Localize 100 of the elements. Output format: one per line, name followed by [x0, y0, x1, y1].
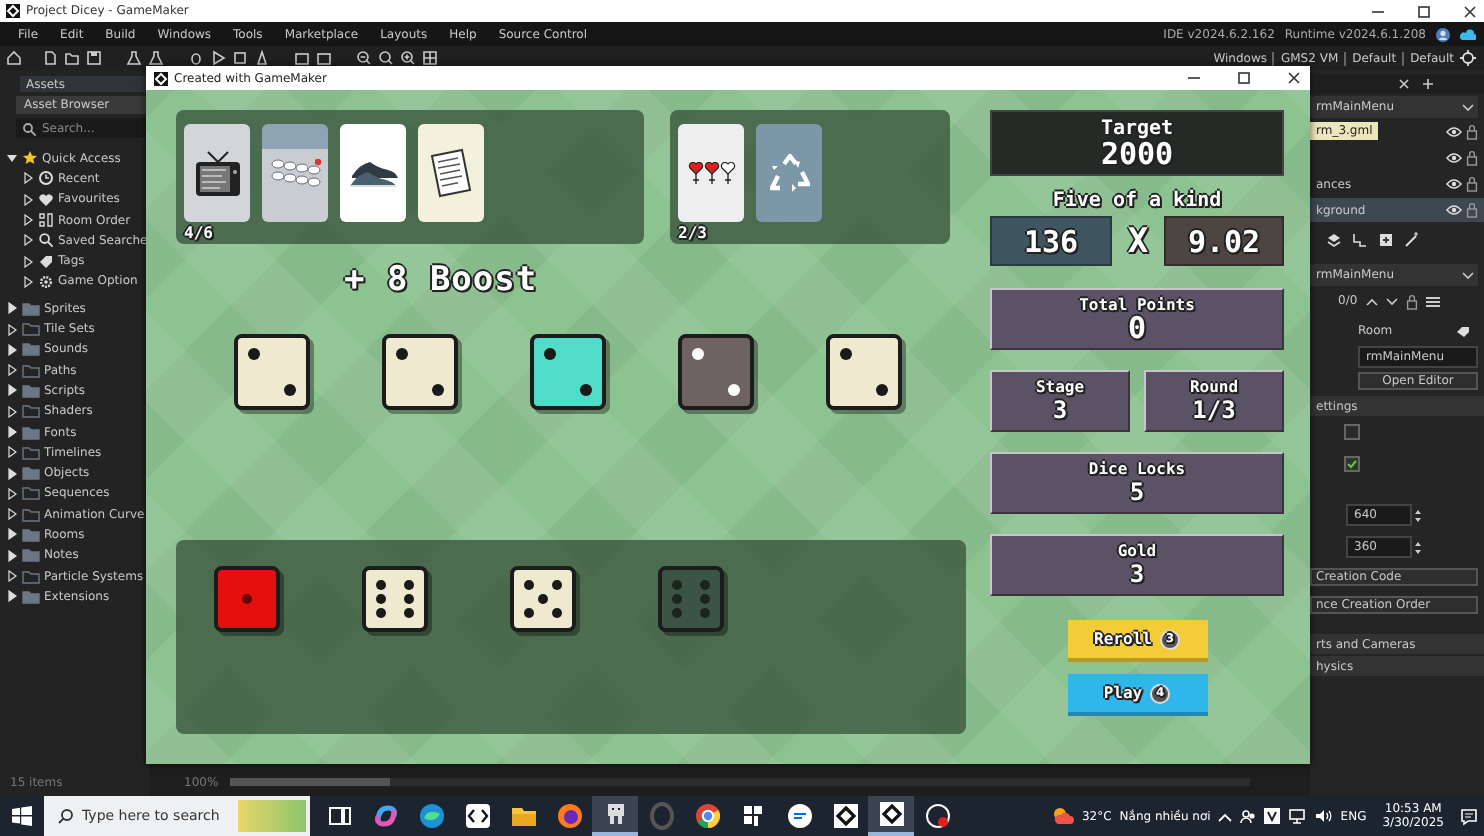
collapsed-arrow-icon[interactable]	[22, 172, 34, 185]
taskbar-button[interactable]	[868, 796, 914, 836]
record-icon	[923, 802, 951, 830]
collapsed-arrow-icon[interactable]	[22, 214, 34, 227]
close-icon[interactable]	[1286, 70, 1302, 86]
collapsed-arrow-icon[interactable]	[6, 549, 18, 562]
collapsed-arrow-icon[interactable]	[6, 364, 18, 377]
new-file-icon[interactable]	[42, 50, 58, 66]
diamond-logo-icon	[877, 800, 905, 828]
people-icon[interactable]	[1240, 808, 1257, 824]
collapsed-arrow-icon[interactable]	[6, 570, 18, 583]
tiles-icon	[739, 802, 767, 830]
stat-value: 3	[1052, 398, 1068, 424]
die[interactable]	[678, 334, 754, 410]
item-card[interactable]	[184, 124, 250, 222]
folder-icon[interactable]	[64, 50, 80, 66]
lock-icon[interactable]	[1466, 124, 1478, 140]
speaker-icon[interactable]	[1314, 808, 1333, 824]
item-card[interactable]	[418, 124, 484, 222]
zoom-out-icon[interactable]	[356, 50, 372, 66]
collapsed-arrow-icon[interactable]	[6, 384, 18, 397]
die[interactable]	[362, 566, 428, 632]
stat-label: Stage	[1035, 378, 1085, 398]
item-card[interactable]	[678, 124, 744, 222]
add-layer-icon[interactable]	[1378, 231, 1394, 247]
collapsed-arrow-icon[interactable]	[6, 590, 18, 603]
stop-icon[interactable]	[232, 50, 248, 66]
stat-label: Dice Locks	[1088, 460, 1186, 480]
sneakers-icon	[348, 159, 398, 187]
code-icon	[463, 802, 491, 830]
zoom-reset-icon[interactable]	[378, 50, 394, 66]
lock-icon[interactable]	[1405, 293, 1418, 309]
collapsed-arrow-icon[interactable]	[6, 487, 18, 500]
die[interactable]	[826, 334, 902, 410]
chat-icon	[785, 802, 813, 830]
collapsed-arrow-icon[interactable]	[6, 467, 18, 480]
stat-value: 3	[1129, 562, 1145, 588]
save-icon[interactable]	[86, 50, 102, 66]
menu-icon[interactable]	[1425, 295, 1440, 307]
start-icon[interactable]	[12, 806, 32, 826]
maximize-icon[interactable]	[1236, 70, 1252, 86]
stat-value: 5	[1129, 480, 1145, 506]
collapsed-arrow-icon[interactable]	[6, 426, 18, 438]
avatar-icon[interactable]	[1436, 27, 1450, 41]
grid-icon[interactable]	[422, 50, 438, 66]
die[interactable]	[234, 334, 310, 410]
play-icon[interactable]	[210, 50, 226, 66]
search-icon	[38, 232, 54, 249]
die[interactable]	[382, 334, 458, 410]
v-logo-icon[interactable]	[1264, 808, 1281, 824]
notification-icon[interactable]	[1460, 807, 1478, 825]
die[interactable]	[530, 334, 606, 410]
item-card[interactable]	[340, 124, 406, 222]
plus-icon[interactable]	[1422, 78, 1434, 90]
die[interactable]	[510, 566, 576, 632]
eye-icon[interactable]	[1446, 204, 1462, 216]
eye-icon[interactable]	[1446, 152, 1462, 164]
list-order-icon	[38, 212, 54, 229]
collapsed-arrow-icon[interactable]	[6, 508, 18, 521]
tag-icon	[1456, 325, 1470, 337]
eye-icon[interactable]	[1446, 178, 1462, 190]
zoom-in-icon[interactable]	[400, 50, 416, 66]
expanded-arrow-icon[interactable]	[6, 152, 18, 165]
network-icon[interactable]	[1288, 808, 1307, 824]
card-count: 4/6	[184, 224, 213, 242]
collapsed-arrow-icon[interactable]	[6, 323, 18, 336]
chevron-down-icon[interactable]	[1385, 297, 1398, 305]
collapsed-arrow-icon[interactable]	[22, 193, 34, 206]
cloud-icon[interactable]	[1460, 27, 1476, 41]
ring-icon	[647, 802, 675, 830]
collapsed-arrow-icon[interactable]	[22, 275, 34, 288]
lock-icon[interactable]	[1466, 150, 1478, 166]
doodle-picture	[238, 800, 306, 832]
target-label: Target	[1100, 117, 1174, 139]
checkbox[interactable]	[1344, 424, 1360, 440]
round-browser-icon	[693, 802, 721, 830]
collapsed-arrow-icon[interactable]	[6, 302, 18, 315]
close-icon[interactable]	[1462, 3, 1478, 19]
eye-icon[interactable]	[1446, 126, 1462, 138]
search-icon	[58, 808, 74, 824]
magic-wand-icon[interactable]	[1404, 231, 1420, 247]
chevron-up-icon[interactable]	[1365, 297, 1378, 305]
collapsed-arrow-icon[interactable]	[6, 446, 18, 459]
collapsed-arrow-icon[interactable]	[6, 405, 18, 418]
collapsed-arrow-icon[interactable]	[22, 255, 34, 268]
checkbox[interactable]	[1344, 456, 1360, 472]
weather-icon[interactable]	[1051, 806, 1074, 826]
lock-icon[interactable]	[1466, 202, 1478, 218]
maximize-icon[interactable]	[1416, 3, 1432, 19]
beads-icon	[269, 158, 321, 188]
gear-icon	[38, 273, 54, 290]
home-icon[interactable]	[6, 50, 22, 66]
layer-icon[interactable]	[1326, 231, 1342, 247]
lock-icon[interactable]	[1466, 176, 1478, 192]
path-icon[interactable]	[1352, 231, 1368, 247]
collapsed-arrow-icon[interactable]	[6, 528, 18, 541]
taskbar-button[interactable]	[592, 796, 638, 836]
target-icon[interactable]	[1460, 50, 1476, 66]
collapsed-arrow-icon[interactable]	[22, 234, 34, 247]
collapsed-arrow-icon[interactable]	[6, 343, 18, 356]
